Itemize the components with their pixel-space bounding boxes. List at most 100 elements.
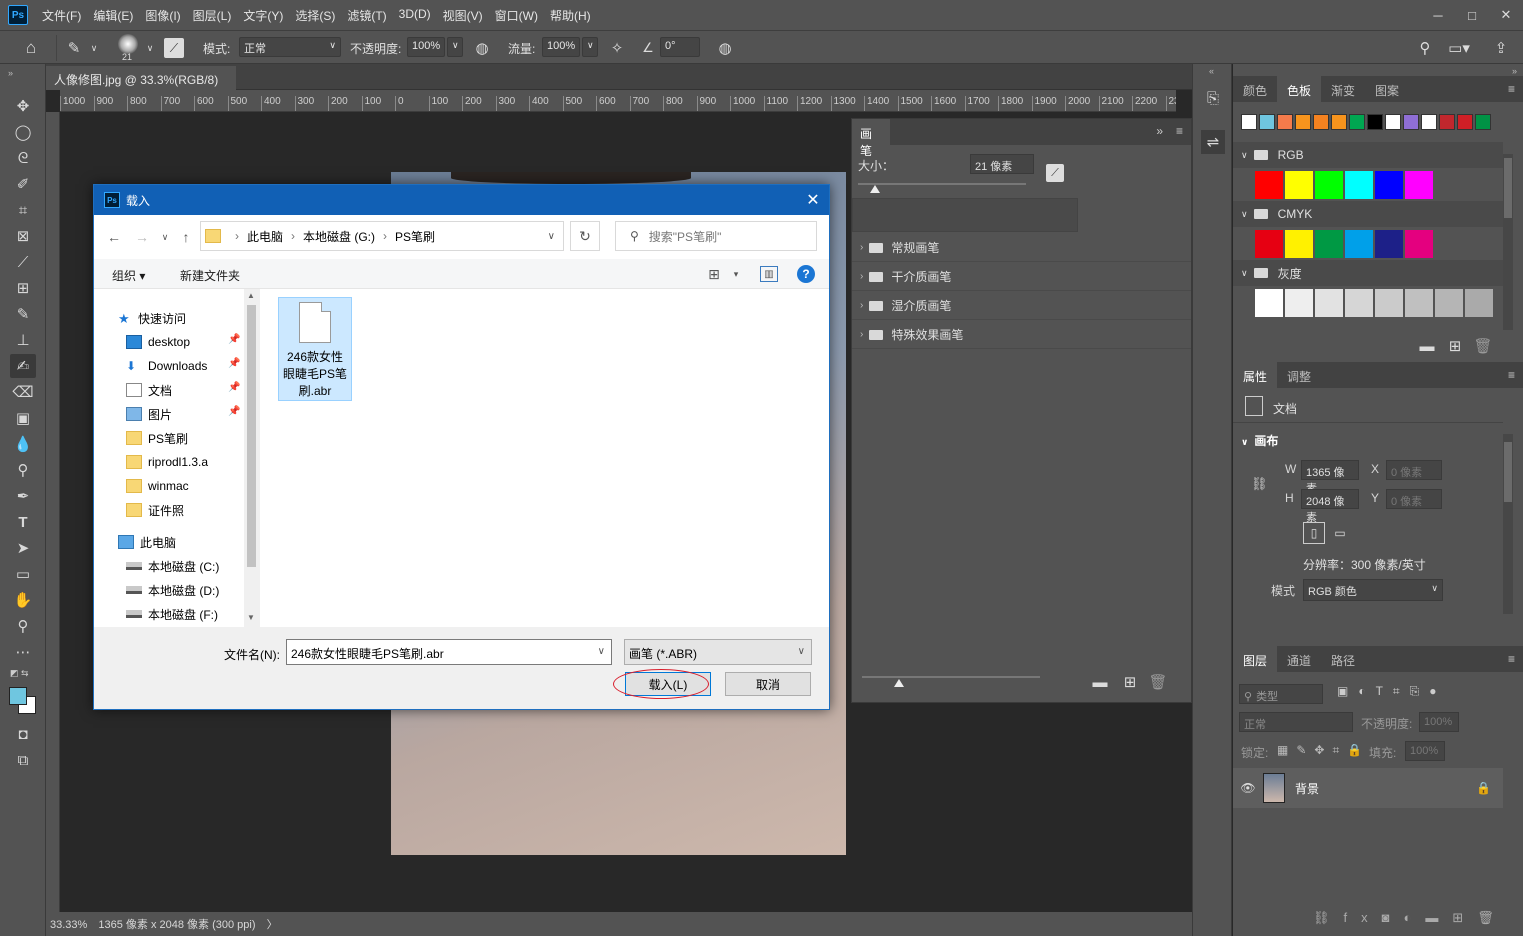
path-segment-folder[interactable]: PS笔刷 xyxy=(395,228,435,245)
move-tool-icon[interactable]: ✥ xyxy=(10,94,36,118)
eraser-tool-icon[interactable]: ⌫ xyxy=(10,380,36,404)
path-segment-drive[interactable]: 本地磁盘 (G:) xyxy=(303,228,375,245)
menu-item[interactable]: 3D(D) xyxy=(393,7,437,24)
dodge-tool-icon[interactable]: ⚲ xyxy=(10,458,36,482)
opacity-input[interactable]: 100% xyxy=(407,37,445,57)
rectangle-tool-icon[interactable]: ▭ xyxy=(10,562,36,586)
trash-icon[interactable]: 🗑 xyxy=(1148,674,1167,691)
address-path[interactable]: › 此电脑 › 本地磁盘 (G:) › PS笔刷 ∨ xyxy=(200,221,564,251)
foreground-color-swatch[interactable] xyxy=(9,687,27,705)
help-icon[interactable]: ? xyxy=(797,265,815,283)
color-swatch[interactable] xyxy=(1285,171,1313,199)
refresh-icon[interactable]: ↻ xyxy=(570,221,600,251)
nav-item-3[interactable]: 图片 xyxy=(126,403,172,425)
menu-item[interactable]: 图像(I) xyxy=(139,7,186,24)
chevron-down-icon[interactable]: ∨ xyxy=(447,37,463,57)
color-swatch[interactable] xyxy=(1403,114,1419,130)
panel-menu-icon[interactable]: ≡ xyxy=(1176,124,1183,138)
eye-icon[interactable]: 👁 xyxy=(1233,781,1263,795)
slider-thumb-icon[interactable] xyxy=(894,679,904,687)
brush-settings-icon[interactable]: ⟋ xyxy=(164,38,184,58)
lock-icons[interactable]: ▦✎✥⌗🔒 xyxy=(1277,743,1370,758)
organize-button[interactable]: 组织 ▾ xyxy=(112,267,145,284)
new-folder-button[interactable]: 新建文件夹 xyxy=(180,267,240,284)
nav-item-6[interactable]: winmac xyxy=(126,475,189,497)
color-swatch[interactable] xyxy=(1475,114,1491,130)
pressure-size-icon[interactable]: ◍ xyxy=(714,38,736,58)
swatch-group-header[interactable]: ∨ 灰度 xyxy=(1233,260,1503,286)
brush-size-input[interactable]: 21 像素 xyxy=(970,154,1034,174)
folder-icon[interactable]: ▬ xyxy=(1092,674,1108,691)
y-input[interactable]: 0 像素 xyxy=(1386,489,1442,509)
color-swatch[interactable] xyxy=(1367,114,1383,130)
brush-tool-icon[interactable]: ✎ xyxy=(10,302,36,326)
zoom-tool-icon[interactable]: ⚲ xyxy=(10,614,36,638)
nav-item-4[interactable]: PS笔刷 xyxy=(126,427,188,449)
color-swatch[interactable] xyxy=(1285,289,1313,317)
slider-thumb-icon[interactable] xyxy=(870,185,880,193)
pin-icon[interactable]: 📌 xyxy=(228,406,240,417)
collapse-icon[interactable]: « xyxy=(1209,66,1214,76)
color-swatch[interactable] xyxy=(1315,230,1343,258)
flow-input[interactable]: 100% xyxy=(542,37,580,57)
zoom-level[interactable]: 33.33% xyxy=(50,919,87,931)
nav-drive-1[interactable]: 本地磁盘 (D:) xyxy=(126,579,219,601)
new-swatch-icon[interactable]: ⊞ xyxy=(1447,338,1463,355)
gradient-tool-icon[interactable]: ▣ xyxy=(10,406,36,430)
portrait-orientation-icon[interactable]: ▯ xyxy=(1303,522,1325,544)
layer-opacity-input[interactable]: 100% xyxy=(1419,712,1459,732)
pin-icon[interactable]: 📌 xyxy=(228,334,240,345)
color-swatch[interactable] xyxy=(1277,114,1293,130)
brush-tool-preset-icon[interactable]: ✎ xyxy=(62,37,86,59)
panel-menu-icon[interactable]: ≡ xyxy=(1508,368,1515,382)
panel-tab[interactable]: 色板 xyxy=(1277,76,1322,102)
color-swatch[interactable] xyxy=(1385,114,1401,130)
blend-mode-select[interactable]: 正常 xyxy=(1239,712,1353,732)
menu-item[interactable]: 文字(Y) xyxy=(237,7,289,24)
nav-item-2[interactable]: 文档 xyxy=(126,379,172,401)
navigation-scrollbar[interactable]: ▲ ▼ xyxy=(244,289,260,627)
chevron-right-icon[interactable]: › xyxy=(860,271,863,282)
chevron-down-icon[interactable]: ∨ xyxy=(1241,209,1248,220)
nav-item-0[interactable]: desktop xyxy=(126,331,190,353)
chevron-right-icon[interactable]: › xyxy=(860,329,863,340)
panel-tab[interactable]: 图层 xyxy=(1233,646,1278,672)
color-swatch[interactable] xyxy=(1405,171,1433,199)
chevron-down-icon[interactable]: ∨ xyxy=(88,39,100,57)
angle-input[interactable]: 0° xyxy=(660,37,700,57)
history-brush-tool-icon[interactable]: ✍ xyxy=(10,354,36,378)
quick-mask-icon[interactable]: ◘ xyxy=(10,722,36,746)
crop-tool-icon[interactable]: ⌗ xyxy=(10,198,36,222)
more-tools-icon[interactable]: ⋯ xyxy=(10,640,36,664)
screen-mode-icon[interactable]: ⧉ xyxy=(10,748,36,772)
home-icon[interactable]: ⌂ xyxy=(18,37,44,59)
color-swatch[interactable] xyxy=(1255,289,1283,317)
eyedropper-tool-icon[interactable]: ⟋ xyxy=(10,250,36,274)
airbrush-icon[interactable]: ✧ xyxy=(606,38,628,58)
panel-tab[interactable]: 通道 xyxy=(1277,646,1321,672)
x-input[interactable]: 0 像素 xyxy=(1386,460,1442,480)
panel-tab[interactable]: 路径 xyxy=(1321,646,1365,672)
color-swatch[interactable] xyxy=(1439,114,1455,130)
chevron-right-icon[interactable]: › xyxy=(860,300,863,311)
color-mode-select[interactable]: RGB 颜色 ∨ xyxy=(1303,579,1443,601)
filename-input[interactable]: 246款女性眼睫毛PS笔刷.abr ∨ xyxy=(286,639,612,665)
trash-icon[interactable]: 🗑 xyxy=(1473,338,1492,355)
color-swatch[interactable] xyxy=(1375,289,1403,317)
pin-icon[interactable]: 📌 xyxy=(228,358,240,369)
color-swatch[interactable] xyxy=(1331,114,1347,130)
nav-item-7[interactable]: 证件照 xyxy=(126,499,184,521)
panel-tab[interactable]: 颜色 xyxy=(1233,76,1277,102)
brush-settings-panel-icon[interactable]: ⇌ xyxy=(1201,130,1225,154)
nav-item-1[interactable]: ⬇ Downloads xyxy=(126,355,207,377)
nav-quick-access[interactable]: ★ 快速访问 xyxy=(118,307,186,329)
share-icon[interactable]: ⇪ xyxy=(1490,37,1512,59)
brush-size-slider[interactable] xyxy=(858,183,1026,185)
chevron-down-icon[interactable]: ∨ xyxy=(548,231,555,242)
status-arrow-icon[interactable]: 〉 xyxy=(267,919,278,931)
chevron-down-icon[interactable]: ∨ xyxy=(144,39,156,57)
chevron-down-icon[interactable]: ▾ xyxy=(730,266,742,282)
color-swatch[interactable] xyxy=(1345,230,1373,258)
document-tab[interactable]: 人像修图.jpg @ 33.3%(RGB/8) × xyxy=(46,66,236,102)
properties-scrollbar[interactable] xyxy=(1503,434,1513,614)
